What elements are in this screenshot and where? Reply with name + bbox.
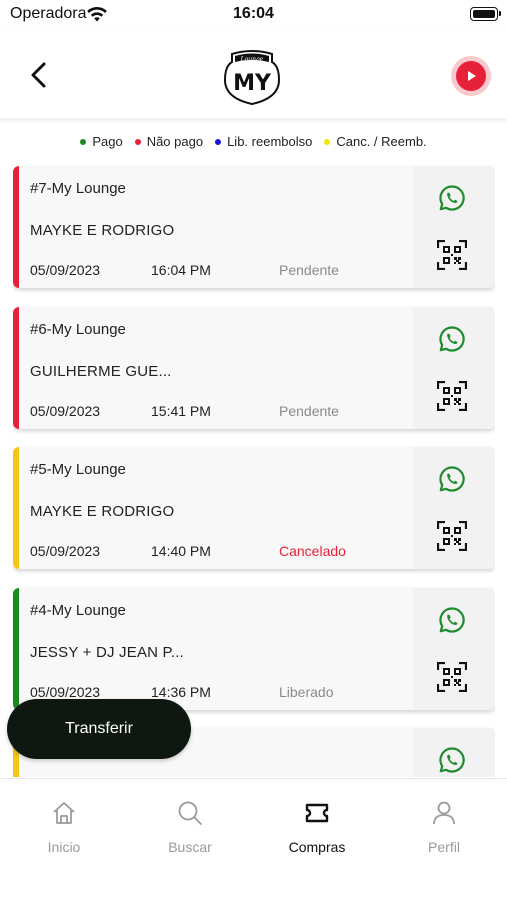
status-color-bar xyxy=(13,587,19,710)
status-bar: Operadora 16:04 xyxy=(0,0,507,30)
app-header: Lounge MY xyxy=(0,32,507,118)
clock: 16:04 xyxy=(233,5,274,22)
order-date: 05/09/2023 xyxy=(30,683,101,700)
whatsapp-icon[interactable] xyxy=(438,606,466,634)
battery-icon xyxy=(470,7,501,21)
status-color-bar xyxy=(13,166,19,288)
whatsapp-icon[interactable] xyxy=(438,325,466,353)
order-title: #7-My Lounge xyxy=(30,180,126,197)
youtube-button[interactable] xyxy=(451,56,491,96)
qr-code-icon[interactable] xyxy=(436,661,468,692)
logo-top-text: Lounge xyxy=(240,56,264,63)
order-title: #5-My Lounge xyxy=(30,461,126,478)
order-customer-name: GUILHERME GUE... xyxy=(30,362,172,380)
status-color-bar xyxy=(13,447,19,569)
order-title: #6-My Lounge xyxy=(30,320,126,338)
order-card[interactable]: #4-My Lounge JESSY + DJ JEAN P... 05/09/20… xyxy=(13,587,495,710)
legend-label: Lib. reembolso xyxy=(227,134,313,149)
legend-label: Não pago xyxy=(146,134,204,149)
tab-label: Compras xyxy=(288,839,346,855)
order-status: Liberado xyxy=(279,683,334,700)
order-status: Pendente xyxy=(279,262,339,278)
order-title: #4-My Lounge xyxy=(30,601,126,619)
tab-label: Buscar xyxy=(168,839,212,855)
order-customer-name: MAYKE E RODRIGO xyxy=(30,503,175,520)
legend-dot-icon xyxy=(324,138,331,145)
qr-code-icon[interactable] xyxy=(436,520,468,552)
status-legend: Pago Não pago Lib. reembolso Canc. / Reemb. xyxy=(0,134,507,149)
order-date: 05/09/2023 xyxy=(30,262,101,278)
order-time: 14:36 PM xyxy=(151,683,211,700)
legend-item: Canc. / Reemb. xyxy=(324,134,427,149)
back-arrow-icon[interactable] xyxy=(24,60,54,90)
order-date: 05/09/2023 xyxy=(30,402,101,419)
tab-buscar[interactable]: Buscar xyxy=(140,799,240,855)
order-card[interactable]: #7-My Lounge MAYKE E RODRIGO 05/09/2023 16:… xyxy=(13,166,495,288)
legend-dot-icon xyxy=(134,138,141,145)
qr-code-icon[interactable] xyxy=(436,380,468,411)
order-customer-name: JESSY + DJ JEAN P... xyxy=(30,643,184,661)
legend-dot-icon xyxy=(80,138,87,145)
order-time: 14:40 PM xyxy=(151,543,211,559)
legend-item: Pago xyxy=(80,134,123,149)
ticket-icon xyxy=(305,803,329,823)
tab-perfil[interactable]: Perfil xyxy=(394,799,494,855)
home-icon xyxy=(53,802,75,824)
legend-item: Lib. reembolso xyxy=(215,134,312,149)
lounge-logo: Lounge MY xyxy=(223,50,281,106)
logo-text: MY xyxy=(233,71,272,96)
youtube-play-icon xyxy=(456,61,486,91)
tab-bar: Inicio Buscar Compras Perfil xyxy=(0,778,507,900)
orders-list[interactable]: #7-My Lounge MAYKE E RODRIGO 05/09/2023 16:… xyxy=(13,165,495,777)
legend-item: Não pago xyxy=(134,134,204,149)
qr-code-icon[interactable] xyxy=(436,239,468,271)
legend-label: Canc. / Reemb. xyxy=(336,134,427,149)
tab-inicio[interactable]: Inicio xyxy=(14,799,114,855)
tab-label: Perfil xyxy=(428,839,460,855)
order-card[interactable]: #5-My Lounge MAYKE E RODRIGO 05/09/2023 14:… xyxy=(13,447,495,569)
order-customer-name: MAYKE E RODRIGO xyxy=(30,222,175,239)
transfer-button-label: Transferir xyxy=(65,720,133,737)
order-card[interactable]: #6-My Lounge GUILHERME GUE... 05/09/2023 15… xyxy=(13,306,495,429)
order-time: 16:04 PM xyxy=(151,262,211,278)
legend-dot-icon xyxy=(215,138,222,145)
order-date: 05/09/2023 xyxy=(30,543,101,559)
transfer-button[interactable]: Transferir xyxy=(7,699,191,759)
order-status: Pendente xyxy=(279,402,339,419)
tab-label: Inicio xyxy=(47,839,81,855)
whatsapp-icon[interactable] xyxy=(438,465,466,493)
order-time: 15:41 PM xyxy=(151,402,211,419)
search-icon xyxy=(178,801,202,825)
user-icon xyxy=(433,801,455,825)
status-color-bar xyxy=(13,306,19,429)
whatsapp-icon[interactable] xyxy=(438,746,466,774)
whatsapp-icon[interactable] xyxy=(438,184,466,212)
tab-compras[interactable]: Compras xyxy=(267,799,367,855)
legend-label: Pago xyxy=(92,134,123,149)
order-status: Cancelado xyxy=(279,543,346,559)
